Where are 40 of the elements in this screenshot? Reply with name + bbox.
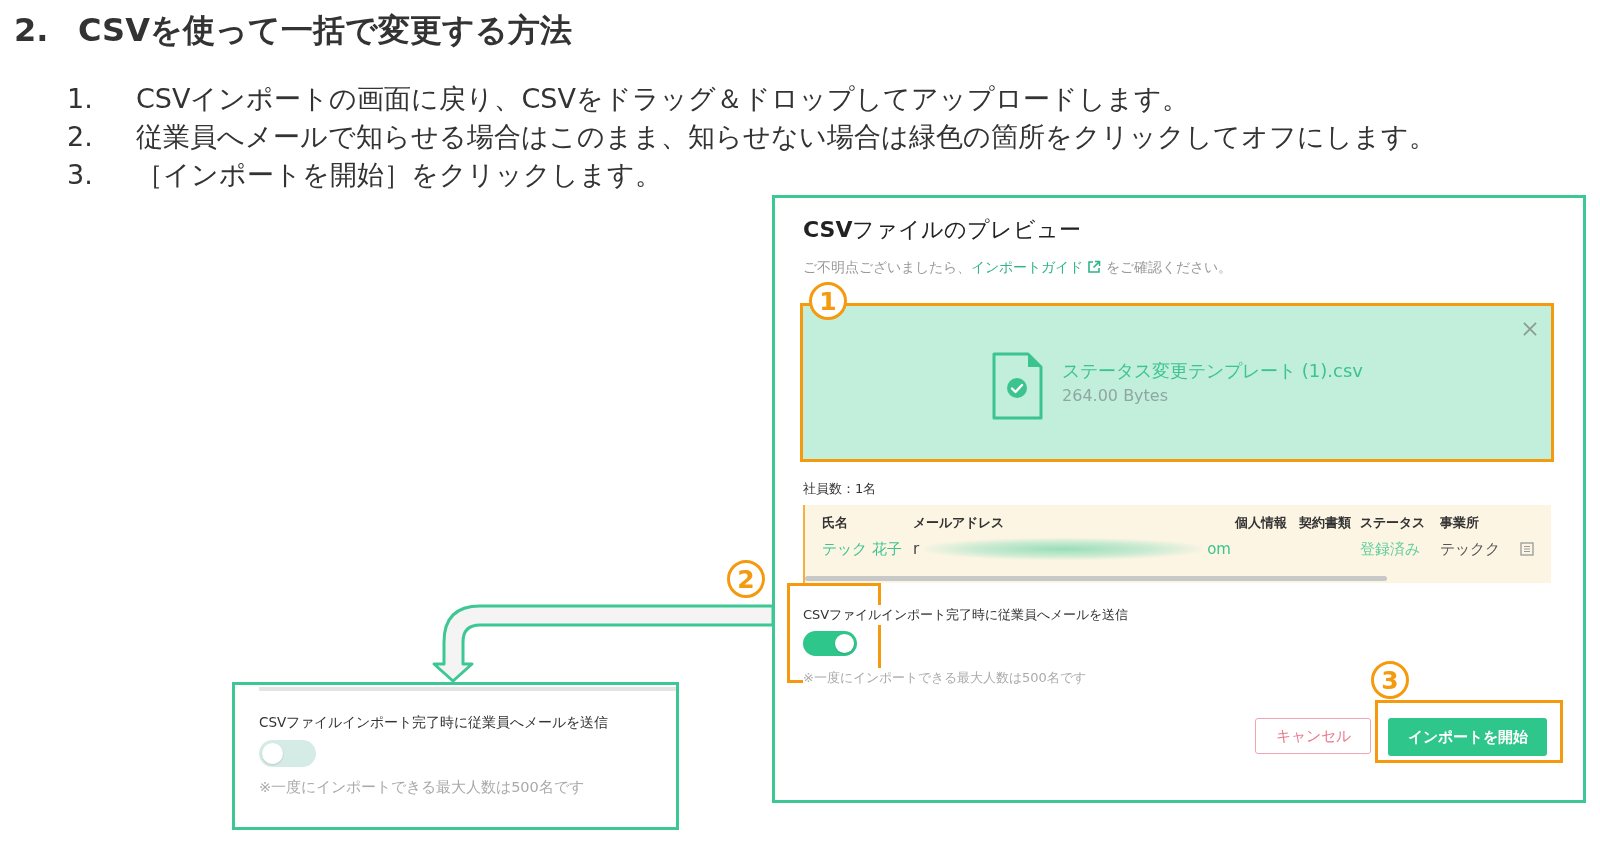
status-cell: 登録済み xyxy=(1360,539,1420,559)
column-header: 個人情報 xyxy=(1235,514,1287,532)
step-number: 3. xyxy=(67,158,94,192)
external-link-icon xyxy=(1087,260,1101,274)
file-size: 264.00 Bytes xyxy=(1062,386,1169,406)
cancel-button[interactable]: キャンセル xyxy=(1255,718,1371,754)
file-check-icon xyxy=(991,350,1045,421)
scrollbar[interactable] xyxy=(805,576,1387,581)
callout-marker: 1 xyxy=(809,282,847,320)
name-cell: テック 花子 xyxy=(822,539,902,559)
step-number: 1. xyxy=(67,82,94,116)
employee-count: 社員数：1名 xyxy=(803,480,877,498)
column-header: ステータス xyxy=(1360,514,1425,532)
toggle-label: CSVファイルインポート完了時に従業員へメールを送信 xyxy=(259,713,609,732)
start-import-button[interactable]: インポートを開始 xyxy=(1388,718,1547,756)
step-text: CSVインポートの画面に戻り、CSVをドラッグ＆ドロップしてアップロードします。 xyxy=(136,82,1189,116)
email-text: om xyxy=(1207,540,1231,558)
guide-link[interactable]: インポートガイド xyxy=(971,259,1106,275)
step-number: 2. xyxy=(67,120,94,154)
guide-text: ご不明点ございましたら、インポートガイド をご確認ください。 xyxy=(803,258,1232,277)
toggle-label: CSVファイルインポート完了時に従業員へメールを送信 xyxy=(803,605,1129,625)
document-icon[interactable] xyxy=(1520,542,1534,556)
column-header: 契約書類 xyxy=(1299,514,1351,532)
office-cell: テックク xyxy=(1440,539,1500,559)
close-icon[interactable] xyxy=(1523,322,1537,336)
step-text: 従業員へメールで知らせる場合はこのまま、知らせない場合は緑色の箇所をクリックしてオフにします。 xyxy=(136,120,1436,154)
column-header: 事業所 xyxy=(1440,514,1479,532)
toggle-switch[interactable] xyxy=(259,740,316,767)
heading-number: 2. xyxy=(14,10,50,50)
callout-marker: 2 xyxy=(727,560,765,598)
toggle-switch[interactable] xyxy=(803,631,857,656)
file-name: ステータス変更テンプレート (1).csv xyxy=(1062,359,1363,383)
heading-title: CSVを使って一括で変更する方法 xyxy=(78,10,572,50)
email-text: r xyxy=(913,540,920,558)
dialog-title: CSVファイルのプレビュー xyxy=(803,218,1082,242)
callout-marker: 3 xyxy=(1371,661,1409,699)
column-header: メールアドレス xyxy=(913,514,1004,532)
note-text: ※一度にインポートできる最大人数は500名です xyxy=(259,778,584,797)
step-text: ［インポートを開始］をクリックします。 xyxy=(136,158,662,192)
column-header: 氏名 xyxy=(822,514,848,532)
